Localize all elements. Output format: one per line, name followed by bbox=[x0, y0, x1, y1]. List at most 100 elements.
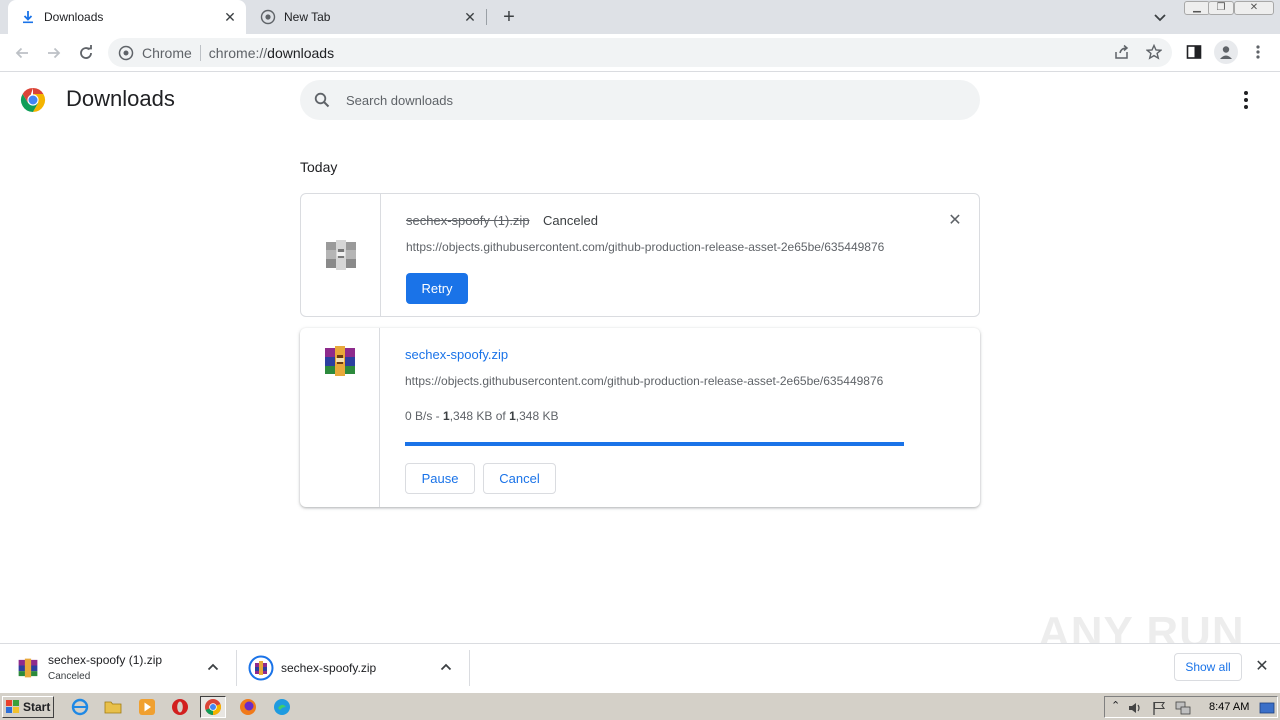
folder-icon[interactable] bbox=[104, 698, 122, 716]
download-url[interactable]: https://objects.githubusercontent.com/gi… bbox=[406, 240, 906, 254]
share-button[interactable] bbox=[1112, 42, 1132, 62]
download-filename-link[interactable]: sechex-spoofy.zip bbox=[405, 347, 508, 362]
bookmark-button[interactable] bbox=[1144, 42, 1164, 62]
globe-icon bbox=[260, 9, 276, 25]
download-url[interactable]: https://objects.githubusercontent.com/gi… bbox=[405, 374, 905, 388]
forward-button[interactable] bbox=[43, 42, 65, 64]
download-progress-text: 0 B/s - 1,348 KB of 1,348 KB bbox=[405, 409, 558, 423]
tab-title: New Tab bbox=[284, 10, 331, 24]
remove-download-icon[interactable]: ✕ bbox=[946, 212, 964, 230]
download-progress-bar bbox=[405, 442, 904, 446]
flag-icon[interactable] bbox=[1151, 700, 1167, 716]
speed-text: 0 B/s - bbox=[405, 409, 444, 423]
clock: 8:47 AM bbox=[1209, 701, 1250, 713]
download-card-canceled: sechex-spoofy (1).zip Canceled https://o… bbox=[300, 193, 980, 317]
close-tab-icon[interactable]: ✕ bbox=[222, 9, 238, 25]
volume-icon[interactable] bbox=[1127, 700, 1143, 716]
more-vert-icon-dot bbox=[1244, 98, 1248, 102]
received-rest: ,348 KB of bbox=[449, 409, 510, 423]
opera-icon[interactable] bbox=[171, 698, 189, 716]
chevron-up-icon[interactable] bbox=[205, 659, 221, 675]
downloads-menu-button[interactable] bbox=[1236, 90, 1256, 110]
tab-downloads[interactable]: Downloads ✕ bbox=[8, 0, 246, 34]
download-icon bbox=[23, 11, 33, 24]
chrome-site-icon bbox=[118, 45, 134, 60]
show-desktop-icon[interactable] bbox=[1259, 700, 1275, 716]
new-tab-button[interactable]: + bbox=[498, 6, 520, 28]
download-filename: sechex-spoofy (1).zip bbox=[406, 213, 530, 228]
more-vert-icon bbox=[1256, 45, 1260, 59]
winrar-archive-icon bbox=[325, 346, 355, 376]
received-bold: 1 bbox=[443, 409, 450, 423]
download-shelf: sechex-spoofy (1).zip Canceled sechex-sp… bbox=[0, 643, 1280, 692]
download-status: Canceled bbox=[543, 213, 598, 228]
date-section-label: Today bbox=[300, 159, 338, 175]
retry-button[interactable]: Retry bbox=[406, 273, 468, 304]
profile-button[interactable] bbox=[1214, 40, 1238, 64]
omnibox-separator bbox=[199, 44, 201, 61]
downloads-header: Downloads bbox=[0, 72, 1280, 128]
start-button[interactable]: Start bbox=[2, 696, 54, 718]
search-box[interactable] bbox=[300, 80, 980, 120]
restore-button[interactable]: ❐ bbox=[1208, 1, 1234, 15]
chrome-logo-icon bbox=[20, 88, 46, 112]
tab-title: Downloads bbox=[44, 10, 104, 24]
show-all-button[interactable]: Show all bbox=[1174, 653, 1242, 681]
shelf-separator bbox=[469, 650, 470, 686]
pause-button[interactable]: Pause bbox=[405, 463, 475, 494]
file-icon-column bbox=[300, 328, 380, 507]
more-vert-icon-dot bbox=[1244, 91, 1248, 95]
tab-strip: Downloads ✕ New Tab ✕ + ▁ ❐ ✕ bbox=[0, 0, 1280, 34]
chevron-down-icon[interactable] bbox=[1151, 8, 1169, 26]
internet-explorer-icon[interactable] bbox=[71, 698, 89, 716]
total-bold: 1 bbox=[509, 409, 516, 423]
arrow-right-icon bbox=[48, 47, 61, 59]
tab-new-tab[interactable]: New Tab ✕ bbox=[248, 0, 486, 34]
browser-menu-button[interactable] bbox=[1248, 42, 1268, 62]
firefox-icon[interactable] bbox=[239, 698, 257, 716]
start-label: Start bbox=[23, 700, 51, 714]
url-host: downloads bbox=[267, 44, 335, 61]
windows-logo-icon bbox=[6, 700, 19, 713]
search-input[interactable] bbox=[346, 92, 946, 108]
tab-separator bbox=[486, 9, 487, 25]
windows-taskbar: Start ⌃ 8:47 AM bbox=[0, 692, 1280, 720]
close-shelf-icon[interactable]: ✕ bbox=[1253, 658, 1271, 676]
archive-icon bbox=[326, 240, 356, 270]
edge-icon[interactable] bbox=[273, 698, 291, 716]
chrome-icon bbox=[205, 699, 221, 715]
download-progress-fill bbox=[405, 442, 904, 446]
file-icon-column bbox=[301, 194, 381, 316]
download-card-active: sechex-spoofy.zip https://objects.github… bbox=[300, 328, 980, 507]
address-bar[interactable]: Chrome chrome://downloads bbox=[108, 38, 1172, 67]
browser-toolbar: Chrome chrome://downloads bbox=[0, 34, 1280, 72]
page-title: Downloads bbox=[66, 86, 175, 111]
network-icon[interactable] bbox=[1175, 700, 1191, 716]
url-scheme: chrome:// bbox=[208, 44, 268, 61]
shelf-item-canceled[interactable]: sechex-spoofy (1).zip Canceled bbox=[0, 644, 236, 693]
more-vert-icon-dot bbox=[1244, 105, 1248, 109]
side-panel-button[interactable] bbox=[1184, 42, 1204, 62]
close-tab-icon[interactable]: ✕ bbox=[462, 9, 478, 25]
minimize-button[interactable]: ▁ bbox=[1184, 1, 1210, 15]
winrar-archive-icon bbox=[18, 658, 38, 678]
shelf-filename: sechex-spoofy (1).zip bbox=[48, 653, 163, 667]
progress-ring-icon bbox=[248, 655, 274, 681]
media-player-icon[interactable] bbox=[138, 698, 156, 716]
total-rest: ,348 KB bbox=[515, 409, 559, 423]
system-tray: ⌃ 8:47 AM bbox=[1104, 696, 1278, 718]
back-button[interactable] bbox=[11, 42, 33, 64]
cancel-button[interactable]: Cancel bbox=[483, 463, 556, 494]
reload-button[interactable] bbox=[75, 42, 97, 64]
search-icon bbox=[314, 92, 330, 108]
shelf-filename: sechex-spoofy.zip bbox=[281, 661, 377, 675]
tray-expand-icon[interactable]: ⌃ bbox=[1111, 699, 1120, 712]
shelf-item-progress[interactable]: sechex-spoofy.zip bbox=[237, 644, 469, 693]
share-icon bbox=[1115, 44, 1129, 59]
site-label: Chrome bbox=[142, 44, 192, 61]
side-panel-icon bbox=[1186, 45, 1202, 59]
close-window-button[interactable]: ✕ bbox=[1234, 1, 1274, 15]
chevron-up-icon[interactable] bbox=[438, 659, 454, 675]
taskbar-chrome-button[interactable] bbox=[200, 696, 226, 718]
reload-icon bbox=[80, 45, 92, 59]
